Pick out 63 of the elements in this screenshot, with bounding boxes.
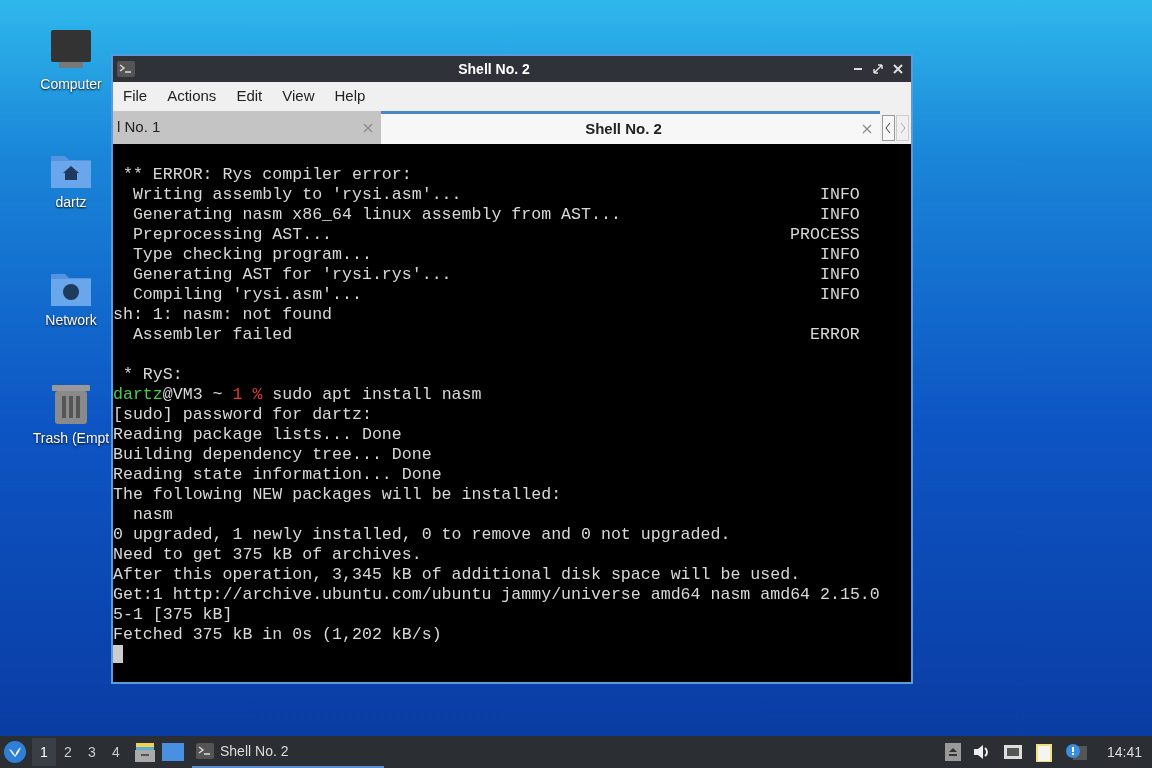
terminal-line: 5-1 [375 kB] (113, 605, 233, 625)
text-cursor (113, 645, 123, 663)
tab-label: Shell No. 2 (584, 118, 663, 139)
terminal-line: Building dependency tree... Done (113, 445, 432, 465)
terminal-line: Type checking program... (131, 245, 372, 265)
status-label: INFO (820, 245, 860, 265)
command-line: dartz@VM3 ~ 1 % sudo apt install nasm (113, 385, 482, 405)
maximize-icon[interactable] (873, 64, 883, 74)
status-label: INFO (820, 285, 860, 305)
terminal-line: sh: 1: nasm: not found (113, 305, 333, 325)
terminal-line: The following NEW packages will be installed: (113, 485, 562, 505)
terminal-line: Need to get 375 kB of archives. (113, 545, 422, 565)
file-cabinet-icon[interactable] (134, 741, 156, 763)
clock: 14:41 (1106, 742, 1142, 762)
terminal-icon (117, 61, 135, 77)
eject-icon[interactable] (944, 743, 961, 761)
menu-item[interactable]: Help (326, 85, 374, 108)
taskbar-window-button[interactable]: Shell No. 2 (192, 736, 384, 768)
terminal-icon (196, 743, 214, 759)
status-label: INFO (820, 265, 860, 285)
chevron-left-icon[interactable] (882, 114, 895, 141)
terminal-line: Generating AST for 'rysi.rys'... (131, 265, 452, 285)
terminal-line: 0 upgraded, 1 newly installed, 0 to remove and 0 not upgraded. (113, 525, 731, 545)
workspace-button[interactable]: 2 (56, 738, 80, 766)
speaker-icon[interactable] (972, 744, 991, 760)
tab[interactable]: Shell No. 2 (381, 111, 880, 144)
terminal-line: * RyS: (121, 365, 183, 385)
network-port-icon[interactable] (1002, 744, 1023, 760)
terminal-line: Preprocessing AST... (131, 225, 333, 245)
workspace-button[interactable]: 4 (104, 738, 128, 766)
workspace-button[interactable]: 1 (32, 738, 56, 766)
status-label: INFO (820, 205, 860, 225)
terminal-line: Assembler failed (131, 325, 293, 345)
notification-icon[interactable] (1064, 743, 1087, 761)
status-label: INFO (820, 185, 860, 205)
tab-label: l No. 1 (117, 117, 162, 138)
menu-item[interactable]: Actions (159, 85, 225, 108)
terminal-line: [sudo] password for dartz: (113, 405, 372, 425)
terminal-line: Reading state information... Done (113, 465, 442, 485)
terminal-line: Compiling 'rysi.asm'... (131, 285, 362, 305)
menu-item[interactable]: Edit (228, 85, 271, 108)
window-title: Shell No. 2 (457, 59, 531, 79)
tab[interactable]: l No. 1 (113, 111, 381, 144)
terminal-line: Get:1 http://archive.ubuntu.com/ubuntu jammy/universe amd64 nasm amd64 2.15.0 (113, 585, 880, 605)
terminal-line: Reading package lists... Done (113, 425, 402, 445)
terminal-line: After this operation, 3,345 kB of additional disk space will be used. (113, 565, 801, 585)
terminal-line: nasm (131, 505, 173, 525)
status-label: PROCESS (790, 225, 860, 245)
terminal-line: Generating nasm x86_64 linux assembly from AST... (131, 205, 621, 225)
workspace-button[interactable]: 3 (80, 738, 104, 766)
terminal-line: Writing assembly to 'rysi.asm'... (131, 185, 462, 205)
start-menu-icon[interactable] (4, 741, 26, 763)
desktop-icon-label[interactable]: Network (45, 310, 97, 331)
clipboard-icon[interactable] (1034, 742, 1053, 762)
terminal-line: Fetched 375 kB in 0s (1,202 kB/s) (113, 625, 442, 645)
monitor-icon (49, 30, 93, 70)
menu-item[interactable]: View (274, 85, 323, 108)
desktop-icon-label[interactable]: Trash (Empt (32, 428, 110, 449)
menu-item[interactable]: File (115, 85, 156, 108)
terminal-line: ** ERROR: Rys compiler error: (121, 165, 412, 185)
status-label: ERROR (810, 325, 860, 345)
desktop-icon-label[interactable]: dartz (55, 192, 87, 213)
trash-icon (52, 382, 90, 424)
